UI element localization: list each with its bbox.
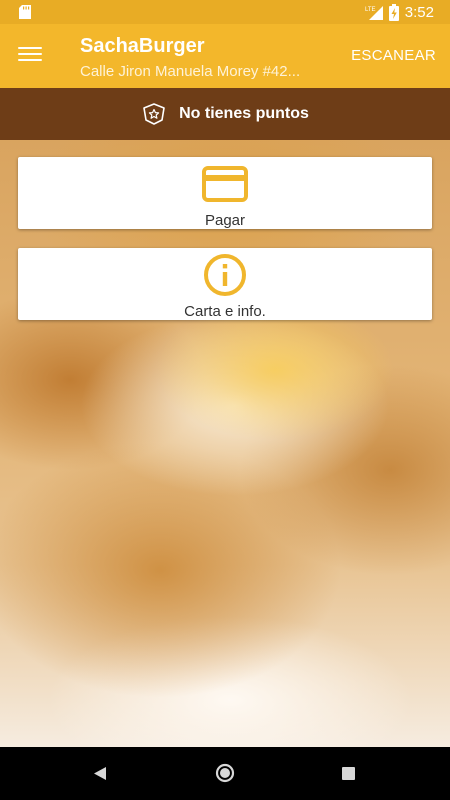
points-banner: No tienes puntos [0,88,450,140]
recent-apps-icon[interactable] [342,767,355,780]
star-badge-icon [143,103,165,125]
menu-icon-line [18,53,42,55]
card-icon-wrap [203,254,247,296]
status-bar: LTE 3:52 [0,0,450,24]
status-time: 3:52 [404,3,434,21]
app-bar: SachaBurger Calle Jiron Manuela Morey #4… [0,24,450,88]
background-food-image: Pagar Carta e info. [0,140,450,747]
back-icon[interactable] [93,766,107,781]
points-text: No tienes puntos [179,105,309,122]
menu-icon-line [18,47,42,49]
page-title: SachaBurger [80,35,205,57]
menu-button[interactable] [18,44,42,68]
scan-button[interactable]: ESCANEAR [351,47,436,64]
credit-card-icon [202,166,248,202]
lte-signal-icon: LTE [365,6,383,20]
info-icon [204,254,246,296]
svg-text:LTE: LTE [365,7,376,13]
page-subtitle: Calle Jiron Manuela Morey #42... [80,63,301,80]
battery-charging-icon [388,3,399,21]
sd-card-icon [19,5,31,19]
menu-info-card-label: Carta e info. [184,303,266,320]
menu-icon-line [18,59,42,61]
card-icon-wrap [202,164,248,204]
pay-card-label: Pagar [204,212,246,229]
menu-info-card[interactable]: Carta e info. [18,248,432,320]
home-icon[interactable] [215,763,235,783]
system-nav-bar [0,747,450,800]
status-icons: LTE 3:52 [365,0,434,24]
pay-card[interactable]: Pagar [18,157,432,229]
